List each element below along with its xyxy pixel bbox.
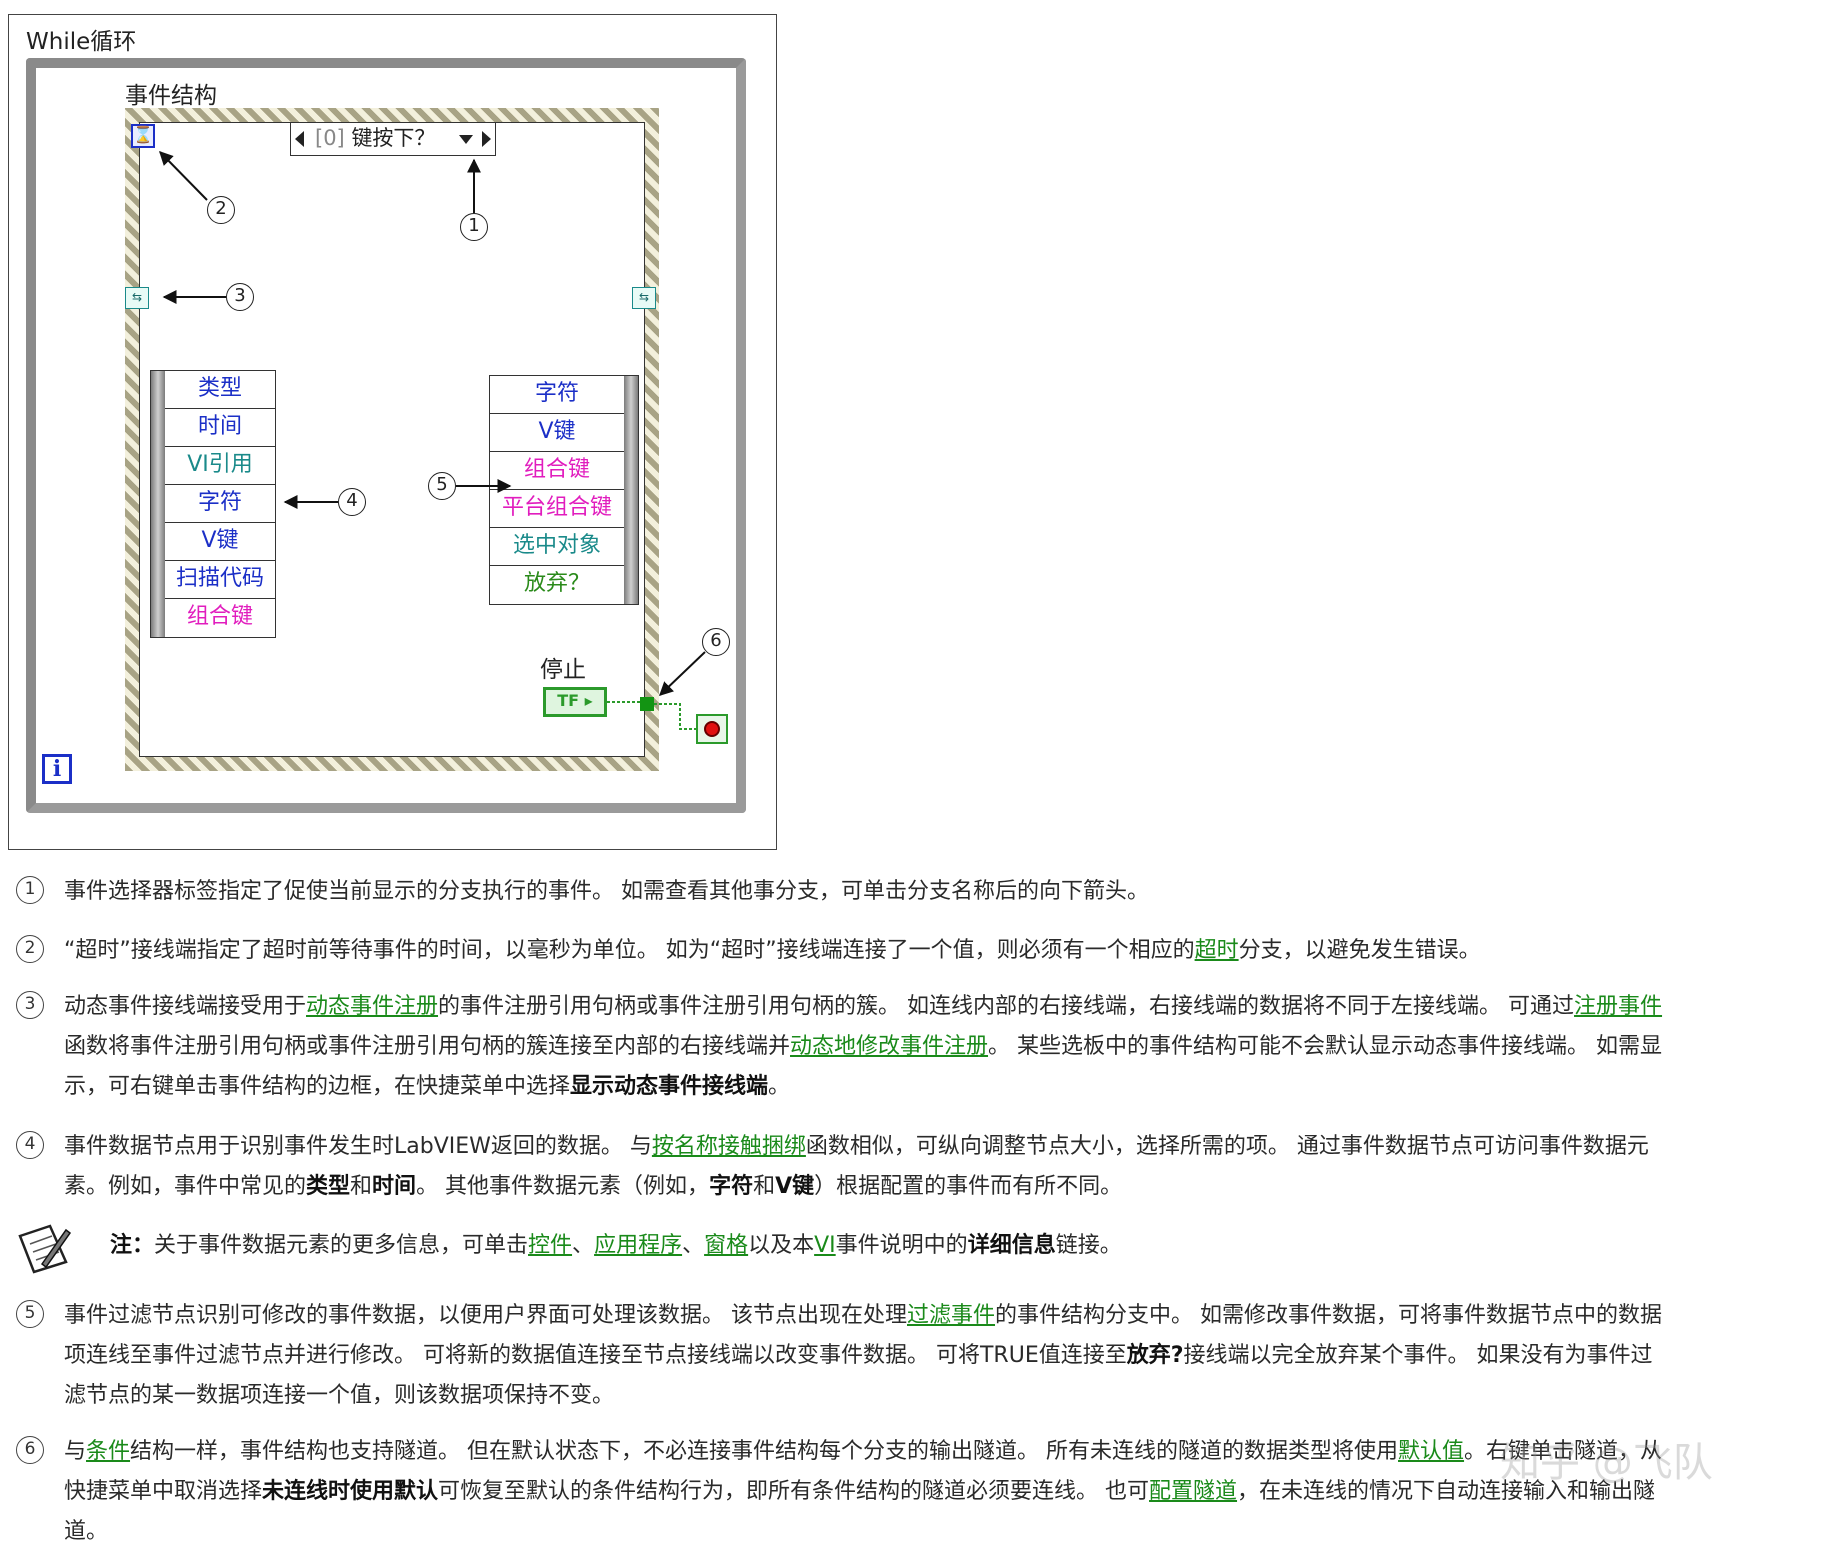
note-label: 注： — [110, 1233, 155, 1258]
note-icon — [18, 1224, 72, 1274]
text: 链接。 — [1055, 1233, 1122, 1258]
callout-6-arrow — [658, 651, 706, 696]
link-filter-events[interactable]: 过滤事件 — [907, 1303, 995, 1328]
paragraph-number: 5 — [16, 1300, 44, 1328]
link-timeout[interactable]: 超时 — [1195, 938, 1239, 963]
link-default-value[interactable]: 默认值 — [1398, 1439, 1464, 1464]
callout-6: 6 — [702, 628, 730, 656]
text: 函数相似，可纵向调整节点大小，选择所需的项。 通过事件数据节点可访问事件数据元 — [805, 1134, 1649, 1159]
text: 分支，以避免发生错误。 — [1238, 938, 1481, 963]
bold-text: 时间 — [372, 1174, 417, 1199]
bold-text: 放弃? — [1126, 1343, 1184, 1368]
text: 关于事件数据元素的更多信息，可单击 — [154, 1233, 529, 1258]
bold-text: 详细信息 — [967, 1233, 1056, 1258]
text: 和 — [350, 1174, 373, 1199]
text: 快捷菜单中取消选择 — [64, 1479, 263, 1504]
text: 项连线至事件过滤节点并进行修改。 可将新的数据值连接至节点接线端以改变事件数据。… — [64, 1343, 1127, 1368]
paragraph-number: 6 — [16, 1436, 44, 1464]
link-application[interactable]: 应用程序 — [594, 1233, 682, 1258]
text: 事件过滤节点识别可修改的事件数据，以便用户界面可处理该数据。 该节点出现在处理 — [64, 1303, 907, 1328]
text: “超时”接线端指定了超时前等待事件的时间，以毫秒为单位。 如为“超时”接线端连接… — [64, 938, 1195, 963]
paragraph-number: 1 — [16, 876, 44, 904]
paragraph-number: 4 — [16, 1131, 44, 1159]
callout-4: 4 — [338, 488, 366, 516]
text: 滤节点的某一数据项连接一个值，则该数据项保持不变。 — [64, 1383, 615, 1408]
bold-text: 类型 — [306, 1174, 351, 1199]
text: 事件说明中的 — [835, 1233, 968, 1258]
link-dynamic-event-registration[interactable]: 动态事件注册 — [306, 994, 438, 1019]
text: 动态事件接线端接受用于 — [64, 994, 307, 1019]
text: 、 — [572, 1233, 595, 1258]
callout-3: 3 — [226, 283, 254, 311]
text: 。 其他事件数据元素（例如， — [416, 1174, 710, 1199]
boolean-wire-out — [654, 703, 696, 730]
text: 与 — [64, 1439, 87, 1464]
text: 示，可右键单击事件结构的边框，在快捷菜单中选择 — [64, 1074, 571, 1099]
link-register-events[interactable]: 注册事件 — [1574, 994, 1662, 1019]
note: 注：关于事件数据元素的更多信息，可单击控件、应用程序、窗格以及本VI事件说明中的… — [110, 1228, 1122, 1264]
text: 事件数据节点用于识别事件发生时LabVIEW返回的数据。 与 — [64, 1134, 652, 1159]
link-configure-tunnels[interactable]: 配置隧道 — [1149, 1479, 1237, 1504]
paragraph-number: 3 — [16, 991, 44, 1019]
link-dynamic-modify-registration[interactable]: 动态地修改事件注册 — [790, 1034, 988, 1059]
text: 。 某些选板中的事件结构可能不会默认显示动态事件接线端。 如需显 — [988, 1034, 1663, 1059]
text: 的事件注册引用句柄或事件注册引用句柄的簇。 如连线内部的右接线端，右接线端的数据… — [438, 994, 1575, 1019]
callout-5: 5 — [428, 472, 456, 500]
link-control[interactable]: 控件 — [528, 1233, 572, 1258]
text: 和 — [753, 1174, 776, 1199]
text: 可恢复至默认的条件结构行为，即所有条件结构的隧道必须要连线。 也可 — [438, 1479, 1150, 1504]
link-vi[interactable]: VI — [814, 1233, 836, 1258]
link-pane[interactable]: 窗格 — [704, 1233, 748, 1258]
text: 。 — [768, 1074, 791, 1099]
text: 素。例如，事件中常见的 — [64, 1174, 307, 1199]
paragraph-number: 2 — [16, 935, 44, 963]
text: 道。 — [64, 1519, 109, 1544]
bold-text: 显示动态事件接线端 — [570, 1074, 769, 1099]
bold-text: V键 — [775, 1174, 815, 1199]
bold-text: 字符 — [709, 1174, 754, 1199]
text: 事件选择器标签指定了促使当前显示的分支执行的事件。 如需查看其他事分支，可单击分… — [64, 879, 1149, 904]
text: 以及本 — [748, 1233, 815, 1258]
callout-1: 1 — [460, 213, 488, 241]
watermark: 知乎 @飞队 — [1500, 1440, 1713, 1486]
diagram-annotations — [159, 150, 706, 730]
callout-2: 2 — [207, 196, 235, 224]
link-unbundle-by-name[interactable]: 按名称接触捆绑 — [652, 1134, 806, 1159]
link-case[interactable]: 条件 — [86, 1439, 130, 1464]
text: 、 — [682, 1233, 705, 1258]
text: ）根据配置的事件而有所不同。 — [814, 1174, 1123, 1199]
callout-2-arrow — [159, 150, 208, 201]
text: 的事件结构分支中。 如需修改事件数据，可将事件数据节点中的数据 — [995, 1303, 1663, 1328]
bold-text: 未连线时使用默认 — [262, 1479, 439, 1504]
text: 接线端以完全放弃某个事件。 如果没有为事件过 — [1183, 1343, 1653, 1368]
text: 结构一样，事件结构也支持隧道。 但在默认状态下，不必连接事件结构每个分支的输出隧… — [130, 1439, 1399, 1464]
text: 函数将事件注册引用句柄或事件注册引用句柄的簇连接至内部的右接线端并 — [64, 1034, 791, 1059]
